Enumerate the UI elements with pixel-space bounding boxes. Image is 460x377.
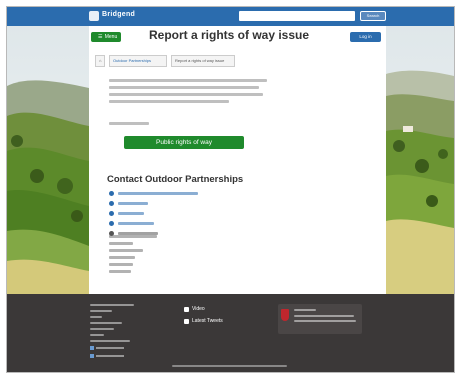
twitter-icon — [109, 221, 114, 226]
intro-text — [109, 79, 267, 105]
site-logo[interactable]: Bridgend — [89, 10, 141, 23]
logo-icon — [89, 11, 99, 21]
site-header: Bridgend Search — [7, 7, 454, 26]
email-icon — [109, 191, 114, 196]
footer-link[interactable] — [90, 310, 112, 312]
footer-link[interactable] — [90, 334, 104, 336]
video-icon — [184, 307, 189, 312]
contact-twitter[interactable] — [109, 219, 309, 229]
checkbox-icon — [90, 354, 94, 358]
public-rights-of-way-button[interactable]: Public rights of way — [124, 136, 244, 149]
shield-icon — [281, 309, 289, 321]
footer-links — [90, 304, 150, 362]
breadcrumb-current: Report a rights of way issue — [171, 55, 235, 67]
social-tweets[interactable]: Latest Tweets — [184, 318, 244, 330]
link-icon — [109, 201, 114, 206]
social-video[interactable]: Video — [184, 306, 244, 318]
search-button[interactable]: Search — [360, 11, 386, 21]
footer-link[interactable] — [90, 328, 114, 330]
breadcrumb: ⌂ Outdoor Partnerships Report a rights o… — [89, 55, 386, 68]
site-footer: Video Latest Tweets — [7, 294, 454, 372]
contact-email[interactable] — [109, 189, 309, 199]
address-block — [109, 235, 169, 277]
search-input[interactable] — [239, 11, 355, 21]
browser-page: Bridgend Search ☰ Menu Report a rights o… — [6, 6, 455, 373]
footer-copyright — [172, 365, 287, 367]
footer-option[interactable] — [90, 354, 150, 360]
menu-label: Menu — [104, 34, 118, 40]
hamburger-icon: ☰ — [97, 34, 103, 40]
footer-link[interactable] — [90, 340, 130, 342]
logo-text: Bridgend — [102, 11, 136, 18]
menu-button[interactable]: ☰ Menu — [91, 32, 121, 42]
contact-heading: Contact Outdoor Partnerships — [107, 174, 244, 185]
footer-link[interactable] — [90, 322, 122, 324]
footer-option[interactable] — [90, 346, 150, 352]
breadcrumb-item[interactable]: Outdoor Partnerships — [109, 55, 167, 67]
contact-link[interactable] — [109, 209, 309, 219]
breadcrumb-home-icon[interactable]: ⌂ — [95, 55, 106, 67]
contact-link[interactable] — [109, 199, 309, 209]
checkbox-icon — [90, 346, 94, 350]
contact-list — [109, 189, 309, 239]
accreditation-badge[interactable] — [278, 304, 362, 334]
question-text — [109, 122, 149, 125]
footer-link[interactable] — [90, 316, 102, 318]
main-content: ☰ Menu Report a rights of way issue Log i… — [89, 26, 386, 294]
page-title: Report a rights of way issue — [149, 28, 310, 42]
twitter-icon — [184, 319, 189, 324]
footer-social: Video Latest Tweets — [184, 306, 244, 330]
login-button[interactable]: Log in — [350, 32, 381, 42]
footer-link[interactable] — [90, 304, 134, 306]
link-icon — [109, 211, 114, 216]
